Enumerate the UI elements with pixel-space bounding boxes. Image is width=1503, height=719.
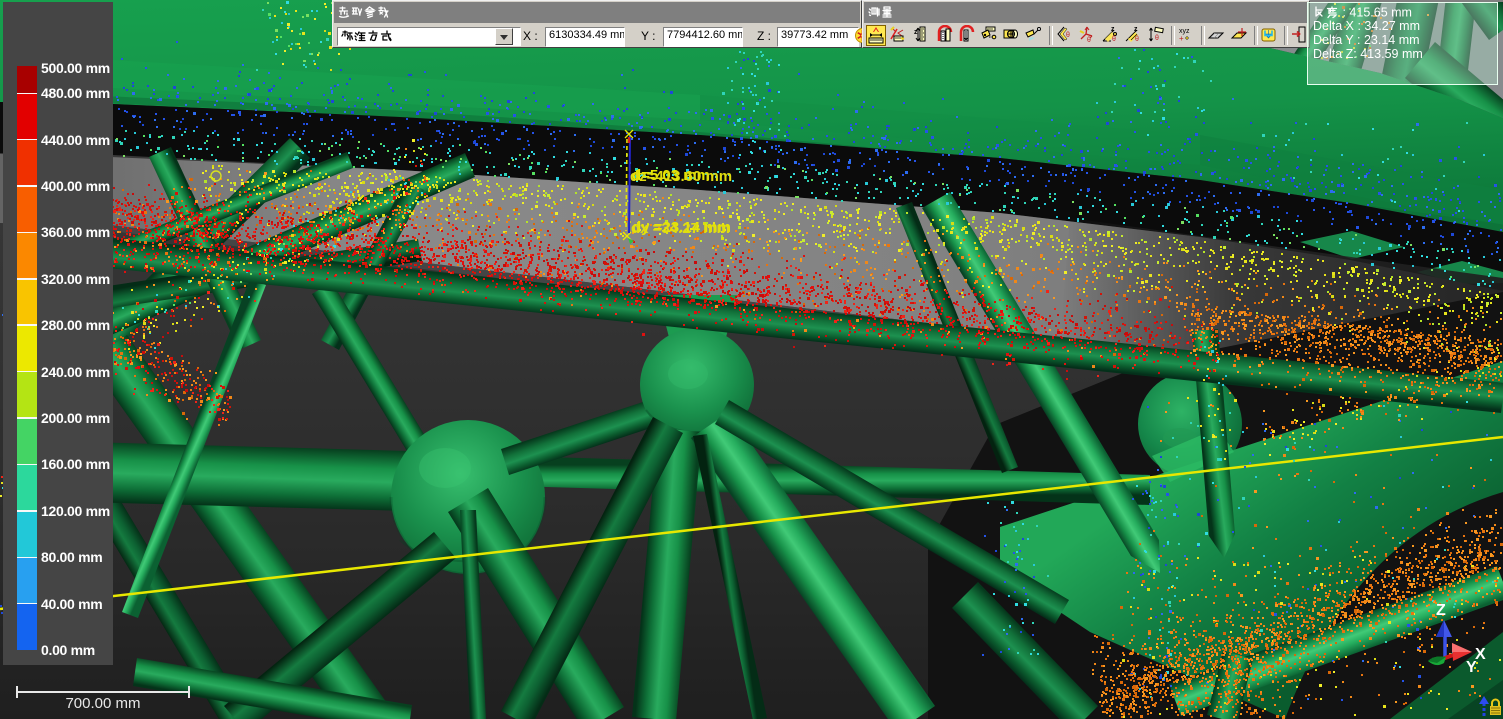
svg-text:θ: θ [1112, 36, 1116, 43]
svg-text:+: + [1179, 34, 1184, 43]
svg-text:Y: Y [1466, 659, 1477, 676]
svg-text:θ: θ [1135, 36, 1139, 43]
svg-text:Z: Z [1436, 602, 1446, 619]
svg-text:θ: θ [1087, 37, 1091, 44]
svg-text:z: z [1134, 26, 1138, 33]
svg-text:z: z [914, 29, 918, 36]
svg-text:θ: θ [1155, 35, 1159, 42]
svg-text:z: z [1111, 26, 1115, 33]
svg-text:θ: θ [1066, 32, 1070, 39]
